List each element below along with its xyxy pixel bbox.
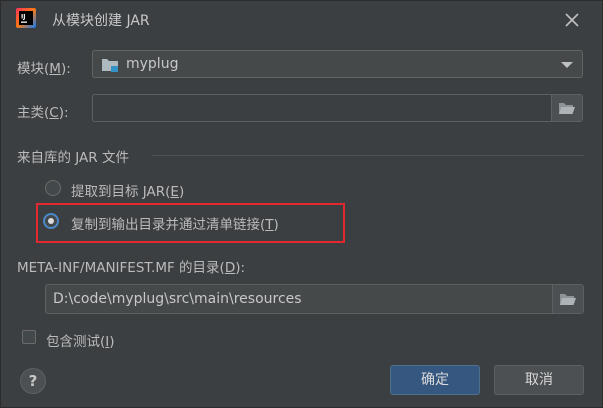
module-folder-icon <box>102 59 118 72</box>
main-class-label: 主类(C): <box>17 105 69 121</box>
intellij-app-icon: IJ <box>16 8 36 28</box>
jar-group-label: 来自库的 JAR 文件 <box>17 150 129 166</box>
folder-open-icon <box>559 103 575 114</box>
include-tests-label[interactable]: 包含测试(I) <box>46 330 115 350</box>
manifest-dir-value: D:\code\myplug\src\main\resources <box>53 291 302 307</box>
ok-button[interactable]: 确定 <box>390 365 480 395</box>
title-bar: IJ 从模块创建 JAR <box>1 1 602 37</box>
extract-radio[interactable] <box>45 180 61 196</box>
annotation-highlight-box <box>36 203 345 243</box>
window-title: 从模块创建 JAR <box>52 13 150 29</box>
include-tests-checkbox[interactable] <box>22 330 36 344</box>
help-button[interactable]: ? <box>20 368 46 394</box>
chevron-down-icon[interactable] <box>561 62 573 68</box>
manifest-dir-field[interactable]: D:\code\myplug\src\main\resources <box>45 284 584 314</box>
folder-open-icon <box>560 294 576 305</box>
module-select[interactable]: myplug <box>92 50 583 78</box>
main-class-field[interactable] <box>92 94 583 122</box>
extract-option-label[interactable]: 提取到目标 JAR(E) <box>71 180 184 200</box>
manifest-label: META-INF/MANIFEST.MF 的目录(D): <box>17 260 246 276</box>
svg-text:IJ: IJ <box>21 14 25 21</box>
manifest-browse-button[interactable] <box>552 285 583 313</box>
module-value: myplug <box>126 56 179 72</box>
cancel-button[interactable]: 取消 <box>494 365 584 395</box>
module-label: 模块(M): <box>17 61 71 77</box>
close-icon[interactable] <box>561 9 583 31</box>
create-jar-dialog: IJ 从模块创建 JAR 模块(M): myplug 主类(C): 来自库的 J… <box>0 0 603 408</box>
group-separator <box>152 155 584 156</box>
main-class-browse-button[interactable] <box>551 95 582 121</box>
